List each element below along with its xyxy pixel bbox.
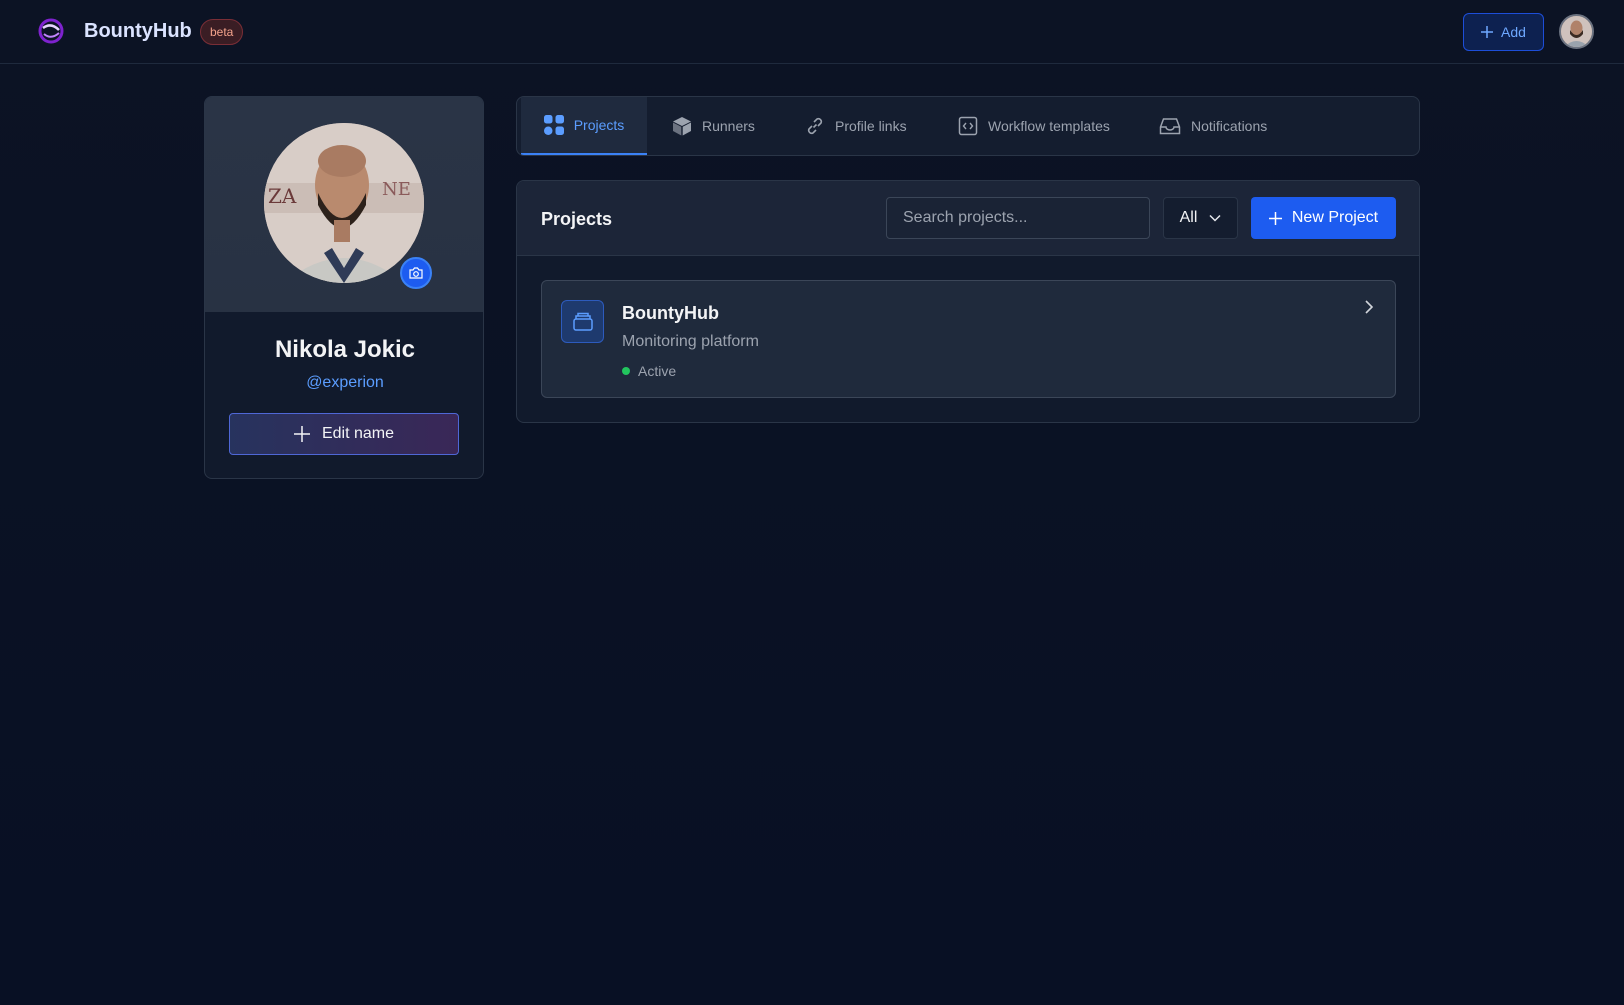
tab-notifications[interactable]: Notifications bbox=[1159, 97, 1267, 155]
top-bar: BountyHub beta Add bbox=[0, 0, 1624, 64]
chevron-down-icon bbox=[1209, 214, 1221, 222]
new-project-label: New Project bbox=[1291, 209, 1379, 226]
brand-name[interactable]: BountyHub bbox=[84, 20, 192, 43]
tab-bar: Projects Runners Profile links Workflow … bbox=[516, 96, 1420, 156]
projects-panel: Projects All New Project BountyHub Monit… bbox=[516, 180, 1420, 423]
profile-photo[interactable]: ZA NE bbox=[264, 123, 424, 283]
projects-title: Projects bbox=[541, 209, 613, 229]
grid-icon bbox=[543, 115, 564, 135]
search-input[interactable] bbox=[886, 197, 1150, 239]
profile-name: Nikola Jokic bbox=[274, 336, 416, 363]
tab-label: Projects bbox=[573, 117, 625, 133]
project-name: BountyHub bbox=[622, 303, 719, 323]
logo-icon[interactable] bbox=[38, 18, 64, 44]
status-dot-icon bbox=[622, 367, 630, 375]
tab-label: Profile links bbox=[835, 118, 907, 134]
plus-icon bbox=[293, 426, 310, 442]
profile-header: ZA NE bbox=[205, 97, 483, 312]
project-status: Active bbox=[622, 363, 676, 379]
archive-icon bbox=[572, 312, 593, 331]
change-photo-button[interactable] bbox=[400, 257, 432, 289]
chevron-right-icon[interactable] bbox=[1364, 299, 1374, 315]
edit-name-button[interactable]: Edit name bbox=[229, 413, 459, 455]
edit-name-label: Edit name bbox=[321, 425, 395, 442]
status-filter-select[interactable]: All bbox=[1163, 197, 1238, 239]
project-icon bbox=[561, 300, 604, 343]
tab-profile-links[interactable]: Profile links bbox=[805, 97, 907, 155]
link-icon bbox=[807, 117, 823, 135]
tab-runners[interactable]: Runners bbox=[672, 97, 755, 155]
profile-card: ZA NE Nikola Jokic @experion Edit name bbox=[204, 96, 484, 479]
cube-icon bbox=[673, 117, 691, 136]
tab-workflow-templates[interactable]: Workflow templates bbox=[958, 97, 1110, 155]
new-project-button[interactable]: New Project bbox=[1251, 197, 1396, 239]
tab-label: Notifications bbox=[1191, 118, 1268, 134]
beta-badge: beta bbox=[200, 19, 244, 45]
avatar-image bbox=[1561, 16, 1592, 47]
plus-icon bbox=[1481, 26, 1494, 38]
tab-label: Workflow templates bbox=[988, 118, 1110, 134]
tab-projects[interactable]: Projects bbox=[521, 97, 647, 155]
svg-text:ZA: ZA bbox=[268, 184, 297, 208]
filter-value: All bbox=[1179, 209, 1198, 226]
profile-image: ZA NE bbox=[264, 123, 424, 283]
projects-header: Projects All New Project bbox=[517, 181, 1419, 256]
status-label: Active bbox=[638, 363, 677, 379]
profile-handle[interactable]: @experion bbox=[205, 374, 483, 392]
camera-icon bbox=[409, 267, 423, 279]
svg-text:NE: NE bbox=[382, 179, 411, 200]
code-icon bbox=[958, 116, 978, 136]
add-button[interactable]: Add bbox=[1463, 13, 1544, 51]
plus-icon bbox=[1268, 211, 1282, 225]
user-avatar[interactable] bbox=[1559, 14, 1594, 49]
tab-label: Runners bbox=[702, 118, 755, 134]
inbox-icon bbox=[1159, 118, 1181, 135]
project-card[interactable]: BountyHub Monitoring platform Active bbox=[541, 280, 1396, 398]
project-description: Monitoring platform bbox=[622, 333, 759, 350]
add-button-label: Add bbox=[1501, 24, 1526, 40]
